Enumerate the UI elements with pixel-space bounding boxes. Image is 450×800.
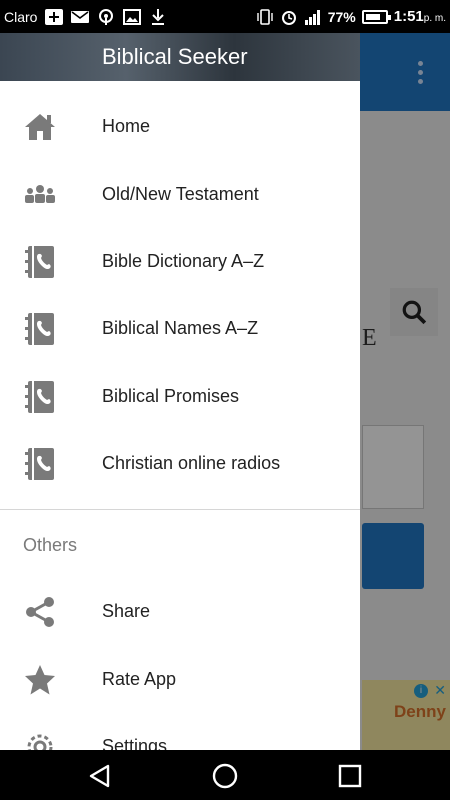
gear-icon <box>22 729 58 750</box>
drawer-header: Biblical Seeker <box>0 33 360 81</box>
menu-item-share[interactable]: Share <box>0 578 360 645</box>
menu-item-label: Biblical Promises <box>102 386 240 406</box>
system-nav-bar <box>0 750 450 800</box>
menu-item-settings[interactable]: Settings <box>0 713 360 750</box>
alarm-icon <box>280 9 298 25</box>
vibrate-icon <box>256 8 274 25</box>
menu-item-label: Share <box>102 601 151 621</box>
battery-percent: 77% <box>327 8 356 25</box>
menu-item-home[interactable]: Home <box>0 93 360 160</box>
recents-button[interactable] <box>337 763 363 789</box>
others-section-label: Others <box>23 535 78 555</box>
people-icon <box>22 177 58 213</box>
menu-item-biblical-promises[interactable]: Biblical Promises <box>0 363 360 430</box>
plus-notification-icon <box>45 8 64 25</box>
carrier-label: Claro <box>4 8 38 25</box>
menu-item-biblical-names[interactable]: Biblical Names A–Z <box>0 295 360 362</box>
clock: 1:51p. m. <box>393 8 446 25</box>
download-icon <box>149 8 167 25</box>
menu-item-label: Old/New Testament <box>102 184 259 204</box>
menu-item-old-new-testament[interactable]: Old/New Testament <box>0 161 360 228</box>
menu-item-label: Home <box>102 116 151 136</box>
back-icon <box>89 764 110 788</box>
contact-book-icon <box>22 446 58 482</box>
back-button[interactable] <box>87 763 113 789</box>
menu-item-label: Christian online radios <box>102 453 281 473</box>
drawer-divider <box>0 509 360 510</box>
share-icon <box>22 594 58 630</box>
contact-book-icon <box>22 311 58 347</box>
image-icon <box>123 8 142 25</box>
contact-book-icon <box>22 244 58 280</box>
menu-item-label: Biblical Names A–Z <box>102 318 259 338</box>
home-nav-button[interactable] <box>212 763 238 789</box>
battery-icon <box>361 9 391 24</box>
signal-icon <box>304 9 322 25</box>
menu-item-bible-dictionary[interactable]: Bible Dictionary A–Z <box>0 228 360 295</box>
recents-icon <box>338 764 362 788</box>
app-title: Biblical Seeker <box>102 44 248 69</box>
home-circle-icon <box>212 763 238 789</box>
mail-icon <box>71 9 90 25</box>
star-icon <box>22 662 58 698</box>
navigation-drawer: Biblical Seeker Home Old/New Testament B… <box>0 33 360 750</box>
contact-book-icon <box>22 379 58 415</box>
status-bar: Claro 77% 1:51p. m. <box>0 0 450 33</box>
menu-item-christian-radios[interactable]: Christian online radios <box>0 430 360 497</box>
menu-item-rate-app[interactable]: Rate App <box>0 646 360 713</box>
menu-item-label: Rate App <box>102 669 177 689</box>
menu-item-label: Settings <box>102 736 168 750</box>
menu-item-label: Bible Dictionary A–Z <box>102 251 265 271</box>
home-icon <box>22 109 58 145</box>
radio-icon <box>97 8 115 25</box>
